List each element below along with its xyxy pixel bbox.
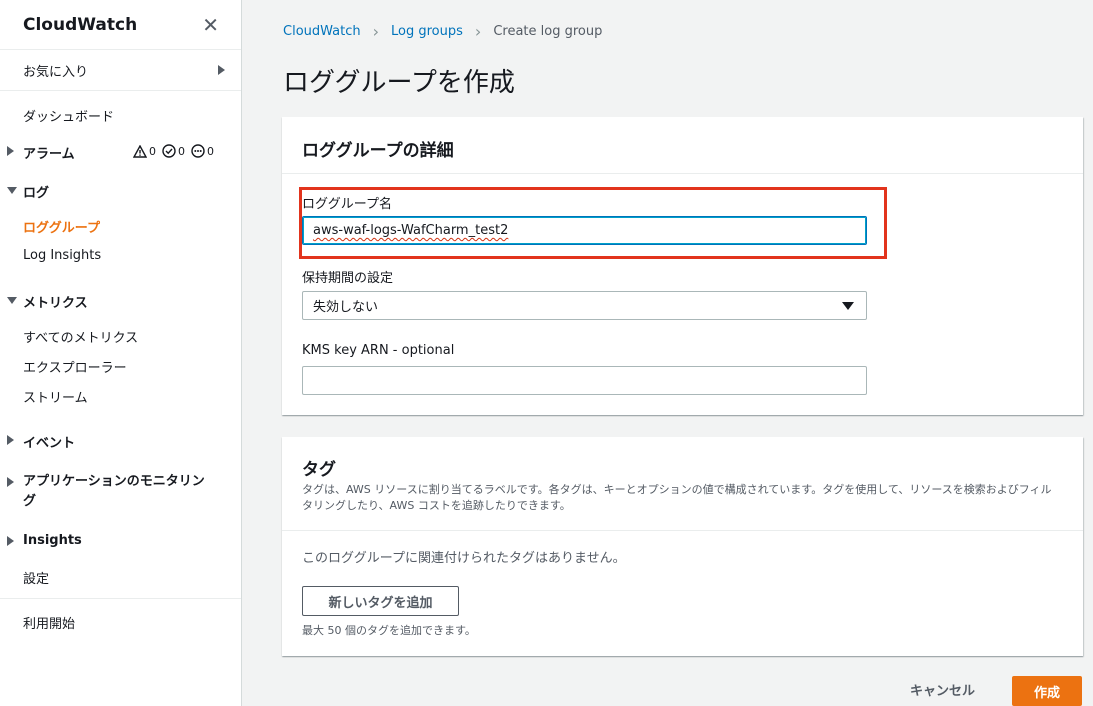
- ellipsis-circle-icon: [191, 144, 205, 158]
- warning-icon: [133, 144, 147, 158]
- log-group-name-input[interactable]: aws-waf-logs-WafCharm_test2: [302, 216, 867, 245]
- sidebar-item-dashboard[interactable]: ダッシュボード: [23, 106, 114, 125]
- add-tag-button[interactable]: 新しいタグを追加: [302, 586, 459, 616]
- alarm-badge[interactable]: 0: [133, 144, 156, 158]
- ok-badge[interactable]: 0: [162, 144, 185, 158]
- sidebar-item-all-metrics[interactable]: すべてのメトリクス: [23, 327, 138, 346]
- sidebar-item-favorites[interactable]: お気に入り: [0, 50, 241, 91]
- ok-count: 0: [178, 144, 185, 158]
- sidebar-section-insights[interactable]: Insights: [7, 533, 82, 549]
- cancel-button[interactable]: キャンセル: [910, 680, 975, 699]
- panel-title: タグ: [302, 460, 336, 480]
- sidebar-item-explorer[interactable]: エクスプローラー: [23, 357, 127, 376]
- sidebar-section-logs[interactable]: ログ: [7, 182, 49, 201]
- sidebar-section-label: アラーム: [23, 147, 75, 162]
- chevron-right-icon: ›: [474, 22, 482, 41]
- log-group-details-panel: ロググループの詳細 ロググループ名 aws-waf-logs-WafCharm_…: [282, 117, 1083, 415]
- sidebar-item-settings[interactable]: 設定: [23, 568, 49, 587]
- alarm-counts: 0 0 0: [133, 144, 214, 158]
- sidebar-item-log-insights[interactable]: Log Insights: [23, 248, 101, 263]
- panel-header: タグ タグは、AWS リソースに割り当てるラベルです。各タグは、キーとオプション…: [282, 437, 1083, 531]
- sidebar-item-getting-started[interactable]: 利用開始: [23, 613, 75, 632]
- tag-limit-hint: 最大 50 個のタグを追加できます。: [302, 624, 476, 637]
- retention-label: 保持期間の設定: [302, 271, 394, 286]
- no-tags-message: このロググループに関連付けられたタグはありません。: [302, 551, 626, 566]
- caret-right-icon: [7, 477, 14, 487]
- create-button[interactable]: 作成: [1012, 676, 1082, 706]
- kms-key-input[interactable]: [302, 366, 867, 395]
- main-content: CloudWatch › Log groups › Create log gro…: [242, 0, 1093, 706]
- caret-right-icon: [7, 536, 14, 546]
- sidebar-divider: [0, 598, 241, 599]
- sidebar-header: CloudWatch ✕: [0, 0, 241, 50]
- sidebar-title: CloudWatch: [23, 14, 138, 35]
- caret-down-icon: [842, 302, 854, 310]
- insufficient-count: 0: [207, 144, 214, 158]
- panel-title: ロググループの詳細: [302, 141, 454, 161]
- check-circle-icon: [162, 144, 176, 158]
- breadcrumb: CloudWatch › Log groups › Create log gro…: [283, 22, 602, 41]
- caret-down-icon: [7, 296, 17, 304]
- chevron-right-icon: ›: [372, 22, 380, 41]
- caret-down-icon: [7, 186, 17, 194]
- sidebar-section-label: Insights: [23, 533, 82, 548]
- sidebar-section-label: メトリクス: [23, 296, 88, 311]
- sidebar-section-metrics[interactable]: メトリクス: [7, 292, 88, 311]
- insufficient-badge[interactable]: 0: [191, 144, 214, 158]
- breadcrumb-current: Create log group: [493, 24, 603, 39]
- sidebar-section-alarms[interactable]: アラーム: [7, 143, 75, 162]
- kms-key-label: KMS key ARN - optional: [302, 343, 455, 358]
- alarm-count: 0: [149, 144, 156, 158]
- sidebar-item-streams[interactable]: ストリーム: [23, 387, 88, 406]
- breadcrumb-log-groups[interactable]: Log groups: [391, 24, 463, 39]
- caret-right-icon: [7, 146, 14, 156]
- retention-select[interactable]: 失効しない: [302, 291, 867, 320]
- tags-description: タグは、AWS リソースに割り当てるラベルです。各タグは、キーとオプションの値で…: [302, 483, 1052, 512]
- close-icon[interactable]: ✕: [202, 15, 219, 35]
- sidebar-section-label: アプリケーションのモニタリン グ: [23, 474, 205, 509]
- sidebar: CloudWatch ✕ お気に入り ダッシュボード アラーム 0 0 0 ログ…: [0, 0, 242, 706]
- panel-header: ロググループの詳細: [282, 117, 1083, 174]
- breadcrumb-cloudwatch[interactable]: CloudWatch: [283, 24, 361, 39]
- sidebar-section-label: ログ: [23, 186, 50, 201]
- sidebar-section-events[interactable]: イベント: [7, 432, 75, 451]
- page-title: ロググループを作成: [283, 68, 515, 98]
- retention-value: 失効しない: [313, 300, 379, 315]
- sidebar-item-log-groups[interactable]: ロググループ: [23, 217, 100, 236]
- sidebar-item-label: お気に入り: [23, 64, 89, 80]
- caret-right-icon: [218, 65, 225, 75]
- sidebar-section-label: イベント: [23, 436, 76, 451]
- log-group-name-label: ロググループ名: [302, 197, 392, 212]
- sidebar-section-app-monitoring[interactable]: アプリケーションのモニタリン グ: [7, 472, 205, 512]
- caret-right-icon: [7, 435, 14, 445]
- tags-panel: タグ タグは、AWS リソースに割り当てるラベルです。各タグは、キーとオプション…: [282, 437, 1083, 656]
- log-group-name-value: aws-waf-logs-WafCharm_test2: [313, 223, 509, 238]
